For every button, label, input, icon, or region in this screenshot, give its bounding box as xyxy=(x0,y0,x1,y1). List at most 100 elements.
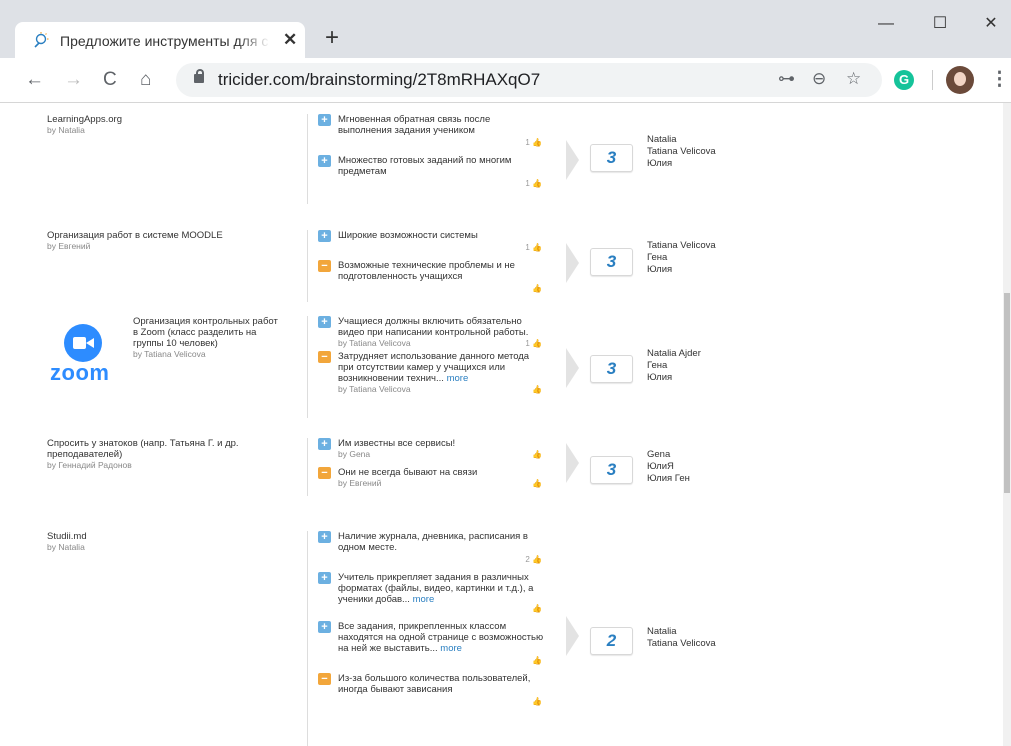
plus-icon: + xyxy=(318,230,331,242)
like-count[interactable]: 👍 xyxy=(338,655,545,666)
camera-lens-icon xyxy=(86,338,94,348)
new-tab-button[interactable]: + xyxy=(325,26,339,50)
zoom-icon[interactable]: ⊖ xyxy=(812,69,826,89)
vote-count-button[interactable]: 3 xyxy=(590,144,633,172)
argument-item: − Затрудняет использование данного метод… xyxy=(308,351,545,395)
like-count[interactable]: 1 👍 xyxy=(338,137,545,148)
tab-title: Предложите инструменты для с xyxy=(60,33,269,49)
idea-title[interactable]: Организация контрольных работ в Zoom (кл… xyxy=(133,316,278,360)
voter-name: Tatiana Velicova xyxy=(647,146,716,157)
plus-icon: + xyxy=(318,155,331,167)
argument-text: Множество готовых заданий по многим пред… xyxy=(338,155,512,177)
voters-list: Natalia Tatiana Velicova Юлия xyxy=(647,134,716,170)
url-text[interactable]: tricider.com/brainstorming/2T8mRHAXqO7 xyxy=(218,70,540,90)
arrow-right-icon xyxy=(566,140,579,180)
vote-count-button[interactable]: 2 xyxy=(590,627,633,655)
idea-title-text[interactable]: Studii.md xyxy=(47,531,87,542)
voter-name: Юлия xyxy=(647,158,673,169)
voter-name: Юлия Ген xyxy=(647,473,690,484)
argument-text: Им известны все сервисы! xyxy=(338,438,456,449)
arrow-right-icon xyxy=(566,443,579,483)
menu-icon[interactable]: ⋮ xyxy=(990,68,1009,92)
idea-author: by Natalia xyxy=(47,542,85,552)
plus-icon: + xyxy=(318,572,331,584)
idea-title-text[interactable]: Организация контрольных работ в Zoom (кл… xyxy=(133,316,278,349)
lock-icon[interactable] xyxy=(194,69,204,83)
idea-image[interactable]: zoom xyxy=(46,316,126,385)
argument-item: + Наличие журнала, дневника, расписания … xyxy=(308,531,545,565)
plus-icon: + xyxy=(318,316,331,328)
lightbulb-icon xyxy=(34,32,49,48)
browser-toolbar: ← → C ⌂ tricider.com/brainstorming/2T8mR… xyxy=(0,58,1011,103)
forward-icon[interactable]: → xyxy=(64,68,83,92)
arguments-column: + Мгновенная обратная связь после выполн… xyxy=(307,114,545,204)
like-count[interactable]: 👍 xyxy=(338,696,545,707)
star-icon[interactable]: ☆ xyxy=(846,69,861,89)
more-link[interactable]: more xyxy=(413,594,435,605)
argument-item: + Широкие возможности системы 1 👍 xyxy=(308,230,545,253)
argument-item: + Все задания, прикрепленных классом нах… xyxy=(308,621,545,666)
home-icon[interactable]: ⌂ xyxy=(140,68,151,92)
more-link[interactable]: more xyxy=(440,643,462,654)
like-count[interactable]: 1 👍 xyxy=(338,242,545,253)
like-count[interactable]: 1 👍 xyxy=(338,178,545,189)
arguments-column: + Им известны все сервисы! by Gena 👍 − О… xyxy=(307,438,545,496)
voter-name: Юлия xyxy=(647,264,673,275)
idea-title[interactable]: Спросить у знатоков (напр. Татьяна Г. и … xyxy=(47,438,277,471)
idea-title[interactable]: Организация работ в системе MOODLE by Ев… xyxy=(47,230,277,252)
like-count[interactable]: 2 👍 xyxy=(338,554,545,565)
browser-tab[interactable]: Предложите инструменты для с ✕ xyxy=(15,22,305,58)
idea-title-text[interactable]: LearningApps.org xyxy=(47,114,122,125)
voter-name: Tatiana Velicova xyxy=(647,638,716,649)
voter-name: ЮлиЯ xyxy=(647,461,674,472)
voter-name: Tatiana Velicova xyxy=(647,240,716,251)
arguments-column: + Наличие журнала, дневника, расписания … xyxy=(307,531,545,746)
voter-name: Natalia Ajder xyxy=(647,348,701,359)
more-link[interactable]: more xyxy=(447,373,469,384)
arrow-right-icon xyxy=(566,348,579,388)
argument-item: − Из-за большого количества пользователе… xyxy=(308,673,545,707)
argument-text: Затрудняет использование данного метода … xyxy=(338,351,530,384)
idea-title[interactable]: LearningApps.org by Natalia xyxy=(47,114,277,136)
maximize-button[interactable]: ☐ xyxy=(917,8,963,40)
idea-author: by Natalia xyxy=(47,125,85,135)
arguments-column: + Широкие возможности системы 1 👍 − Возм… xyxy=(307,230,545,302)
arrow-right-icon xyxy=(566,243,579,283)
vote-count-button[interactable]: 3 xyxy=(590,248,633,276)
avatar[interactable] xyxy=(946,66,974,94)
camera-icon xyxy=(73,337,86,349)
voters-list: Natalia Ajder Гена Юлия xyxy=(647,348,701,384)
idea-title-text[interactable]: Организация работ в системе MOODLE xyxy=(47,230,223,241)
key-icon[interactable]: ⊶ xyxy=(778,69,795,89)
scrollbar-thumb[interactable] xyxy=(1004,293,1010,493)
like-count[interactable]: 👍 xyxy=(338,283,545,294)
plus-icon: + xyxy=(318,114,331,126)
idea-author: by Геннадий Радонов xyxy=(47,460,132,470)
tab-close-icon[interactable]: ✕ xyxy=(283,30,297,50)
idea-title-text[interactable]: Спросить у знатоков (напр. Татьяна Г. и … xyxy=(47,438,239,460)
voter-name: Natalia xyxy=(647,134,677,145)
idea-author: by Tatiana Velicova xyxy=(133,349,206,359)
plus-icon: + xyxy=(318,531,331,543)
address-bar[interactable]: tricider.com/brainstorming/2T8mRHAXqO7 ⊶… xyxy=(176,63,882,97)
minimize-button[interactable]: — xyxy=(863,8,909,40)
minus-icon: − xyxy=(318,351,331,363)
idea-title[interactable]: Studii.md by Natalia xyxy=(47,531,277,553)
argument-item: + Им известны все сервисы! by Gena 👍 xyxy=(308,438,545,460)
argument-item: + Учащиеся должны включить обязательно в… xyxy=(308,316,545,349)
grammarly-icon[interactable]: G xyxy=(894,70,914,90)
voter-name: Gena xyxy=(647,449,671,460)
voters-list: Natalia Tatiana Velicova xyxy=(647,626,716,650)
reload-icon[interactable]: C xyxy=(103,68,117,92)
vote-count-button[interactable]: 3 xyxy=(590,355,633,383)
back-icon[interactable]: ← xyxy=(25,68,44,92)
vote-count-button[interactable]: 3 xyxy=(590,456,633,484)
voters-list: Tatiana Velicova Гена Юлия xyxy=(647,240,716,276)
brainstorm-content: LearningApps.org by Natalia + Мгновенная… xyxy=(0,103,1003,746)
argument-text: Широкие возможности системы xyxy=(338,230,478,241)
voter-name: Natalia xyxy=(647,626,677,637)
arguments-column: + Учащиеся должны включить обязательно в… xyxy=(307,316,545,418)
close-window-button[interactable]: ✕ xyxy=(968,8,1011,40)
argument-text: Возможные технические проблемы и не подг… xyxy=(338,260,515,282)
argument-item: + Учитель прикрепляет задания в различны… xyxy=(308,572,545,614)
